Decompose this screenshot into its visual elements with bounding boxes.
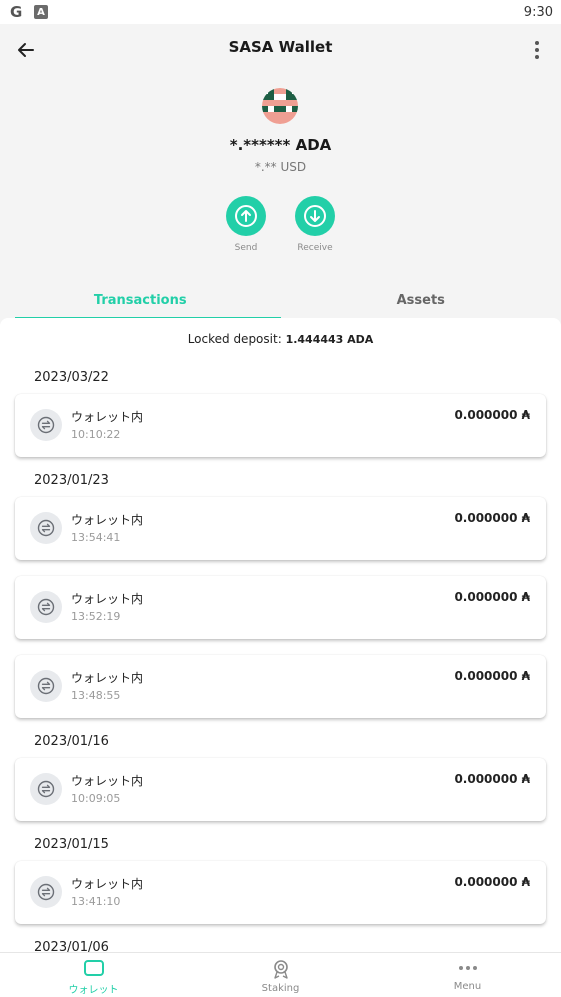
transaction-time: 13:48:55 xyxy=(71,689,121,702)
transaction-type: ウォレット内 xyxy=(71,877,144,891)
balance-amount: *.****** ADA xyxy=(229,136,332,154)
send-label: Send xyxy=(234,243,258,253)
wallet-header: SASA Wallet *.****** ADA *.** USD Send R… xyxy=(0,24,561,319)
nav-wallet[interactable]: ウォレット xyxy=(0,953,187,997)
wallet-avatar xyxy=(262,88,298,124)
transaction-amount: 0.000000 ₳ xyxy=(454,408,530,422)
transfer-icon-badge xyxy=(30,591,62,623)
tab-bar: Transactions Assets xyxy=(0,282,561,319)
nav-menu-label: Menu xyxy=(453,981,482,992)
transaction-card[interactable]: ウォレット内 13:41:10 0.000000 ₳ xyxy=(15,861,546,924)
transaction-type: ウォレット内 xyxy=(71,671,144,685)
tab-transactions[interactable]: Transactions xyxy=(0,282,281,319)
transfer-icon-badge xyxy=(30,773,62,805)
identicon-icon xyxy=(262,88,298,124)
receive-circle xyxy=(295,196,335,236)
date-header: 2023/01/23 xyxy=(34,473,109,488)
tab-assets[interactable]: Assets xyxy=(281,282,561,319)
transaction-card[interactable]: ウォレット内 13:52:19 0.000000 ₳ xyxy=(15,576,546,639)
transaction-time: 13:54:41 xyxy=(71,531,121,544)
more-options-button[interactable] xyxy=(527,36,547,64)
transfer-icon-badge xyxy=(30,670,62,702)
fiat-amount: *.** USD xyxy=(254,160,307,174)
send-button[interactable]: Send xyxy=(216,196,276,253)
notification-a-icon: A xyxy=(34,5,48,19)
transactions-list[interactable]: Locked deposit: 1.444443 ADA 2023/03/22 ウ… xyxy=(0,318,561,952)
locked-deposit-label: Locked deposit: xyxy=(187,332,282,346)
transaction-amount: 0.000000 ₳ xyxy=(454,511,530,525)
more-dot xyxy=(535,41,539,45)
transfer-icon-badge xyxy=(30,876,62,908)
nav-staking[interactable]: Staking xyxy=(187,953,374,997)
transfer-icon xyxy=(37,780,55,798)
nav-staking-label: Staking xyxy=(261,983,300,994)
transaction-card[interactable]: ウォレット内 13:48:55 0.000000 ₳ xyxy=(15,655,546,718)
transaction-type: ウォレット内 xyxy=(71,410,144,424)
transaction-time: 13:52:19 xyxy=(71,610,121,623)
nav-wallet-label: ウォレット xyxy=(68,985,119,996)
more-dot xyxy=(535,48,539,52)
transaction-type: ウォレット内 xyxy=(71,592,144,606)
status-bar: G A 9:30 xyxy=(0,0,561,24)
transaction-time: 10:10:22 xyxy=(71,428,121,441)
transaction-card[interactable]: ウォレット内 13:54:41 0.000000 ₳ xyxy=(15,497,546,560)
more-dots-icon xyxy=(458,966,477,970)
transaction-card[interactable]: ウォレット内 10:10:22 0.000000 ₳ xyxy=(15,394,546,457)
transfer-icon-badge xyxy=(30,512,62,544)
status-time: 9:30 xyxy=(523,4,553,20)
date-header: 2023/01/16 xyxy=(34,734,109,749)
transfer-icon xyxy=(37,883,55,901)
arrow-up-circle-icon xyxy=(235,205,257,227)
google-icon: G xyxy=(10,3,23,21)
page-title: SASA Wallet xyxy=(228,38,333,56)
transfer-icon xyxy=(37,416,55,434)
wallet-icon xyxy=(83,960,104,976)
locked-deposit: Locked deposit: 1.444443 ADA xyxy=(0,332,561,346)
locked-deposit-value: 1.444443 ADA xyxy=(285,333,374,346)
transaction-type: ウォレット内 xyxy=(71,774,144,788)
receive-label: Receive xyxy=(297,243,333,253)
more-dot xyxy=(535,55,539,59)
date-header: 2023/01/15 xyxy=(34,837,109,852)
transfer-icon xyxy=(37,677,55,695)
transaction-amount: 0.000000 ₳ xyxy=(454,669,530,683)
arrow-down-circle-icon xyxy=(304,205,326,227)
transaction-time: 13:41:10 xyxy=(71,895,121,908)
nav-menu[interactable]: Menu xyxy=(374,953,561,997)
transaction-amount: 0.000000 ₳ xyxy=(454,772,530,786)
bottom-nav: ウォレット Staking Menu xyxy=(0,952,561,997)
transaction-amount: 0.000000 ₳ xyxy=(454,875,530,889)
date-header: 2023/01/06 xyxy=(34,940,109,952)
send-circle xyxy=(226,196,266,236)
staking-icon xyxy=(273,960,288,979)
transfer-icon-badge xyxy=(30,409,62,441)
transaction-time: 10:09:05 xyxy=(71,792,121,805)
transaction-type: ウォレット内 xyxy=(71,513,144,527)
transfer-icon xyxy=(37,598,55,616)
transaction-card[interactable]: ウォレット内 10:09:05 0.000000 ₳ xyxy=(15,758,546,821)
transaction-amount: 0.000000 ₳ xyxy=(454,590,530,604)
date-header: 2023/03/22 xyxy=(34,370,109,385)
receive-button[interactable]: Receive xyxy=(285,196,345,253)
transfer-icon xyxy=(37,519,55,537)
